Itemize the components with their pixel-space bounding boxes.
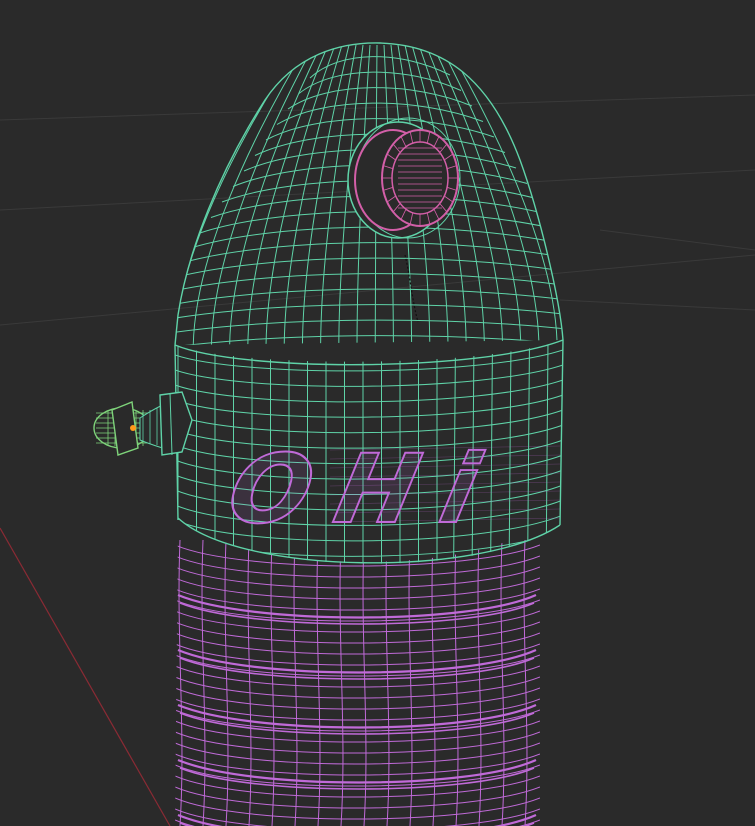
spring-ring-line (175, 643, 540, 666)
air-valve-mesh[interactable] (93, 391, 193, 456)
spring-ring-line (175, 819, 540, 826)
spring-coil-edge (177, 758, 537, 784)
spring-vertical-line (201, 539, 206, 826)
spring-ring-line (175, 687, 540, 710)
brand-logo-text: OHi (219, 434, 489, 545)
3d-viewport[interactable]: OHi (0, 0, 755, 826)
spring-ring-line (175, 786, 540, 809)
cap-ring-line (101, 351, 659, 372)
spring-ring-line (175, 621, 540, 644)
spring-vertical-line (178, 539, 183, 826)
cap-ring-line (175, 319, 563, 342)
valve-base-nut (159, 391, 193, 456)
band-vertical-line (527, 340, 530, 564)
spring-ring-line (175, 753, 540, 776)
cap-ring-line (298, 71, 462, 94)
spring-vertical-line (477, 539, 482, 826)
spring-ring-line (175, 720, 540, 743)
spring-ring-line (175, 632, 540, 655)
spring-ring-line (175, 731, 540, 754)
spring-ring-line (175, 555, 540, 578)
cap-ring-line (287, 87, 473, 110)
grid-line (599, 229, 755, 251)
spring-ring-line (175, 676, 540, 699)
grid-line (559, 299, 755, 311)
cap-ring-line (175, 335, 563, 346)
spring-coils (177, 593, 537, 826)
wireframe-scene[interactable]: OHi (0, 0, 755, 826)
band-vertical-line (490, 340, 493, 564)
spring-vertical-line (316, 539, 321, 826)
spring-vertical-line (224, 539, 229, 826)
x-axis-line (0, 527, 171, 826)
brand-logo: OHi (218, 433, 561, 546)
cap-ring-line (175, 273, 563, 296)
spring-vertical-line (408, 539, 413, 826)
spring-vertical-line (293, 539, 298, 826)
spring-ring-line (175, 665, 540, 688)
grid-line (0, 94, 755, 121)
spring-ring-line (175, 610, 540, 633)
spring-ring-line (175, 588, 540, 611)
spring-ring-line (175, 775, 540, 798)
spring-coil-edge (177, 813, 537, 826)
spring-ring-line (175, 797, 540, 820)
spring-vertical-line (500, 539, 505, 826)
cap-ring-line (175, 304, 563, 327)
spring-ring-line (175, 742, 540, 765)
spring-coil-edge (177, 593, 537, 619)
spring-ring-line (175, 577, 540, 600)
band-vertical-line (565, 340, 567, 580)
spring-coil-edge (177, 648, 537, 674)
grid-line (0, 254, 755, 326)
spring-coil-edge (177, 703, 537, 729)
cap-ring-line (177, 242, 563, 265)
object-origin-dot (130, 425, 136, 431)
spring-ring-line (175, 698, 540, 721)
spring-ring-line (175, 566, 540, 589)
